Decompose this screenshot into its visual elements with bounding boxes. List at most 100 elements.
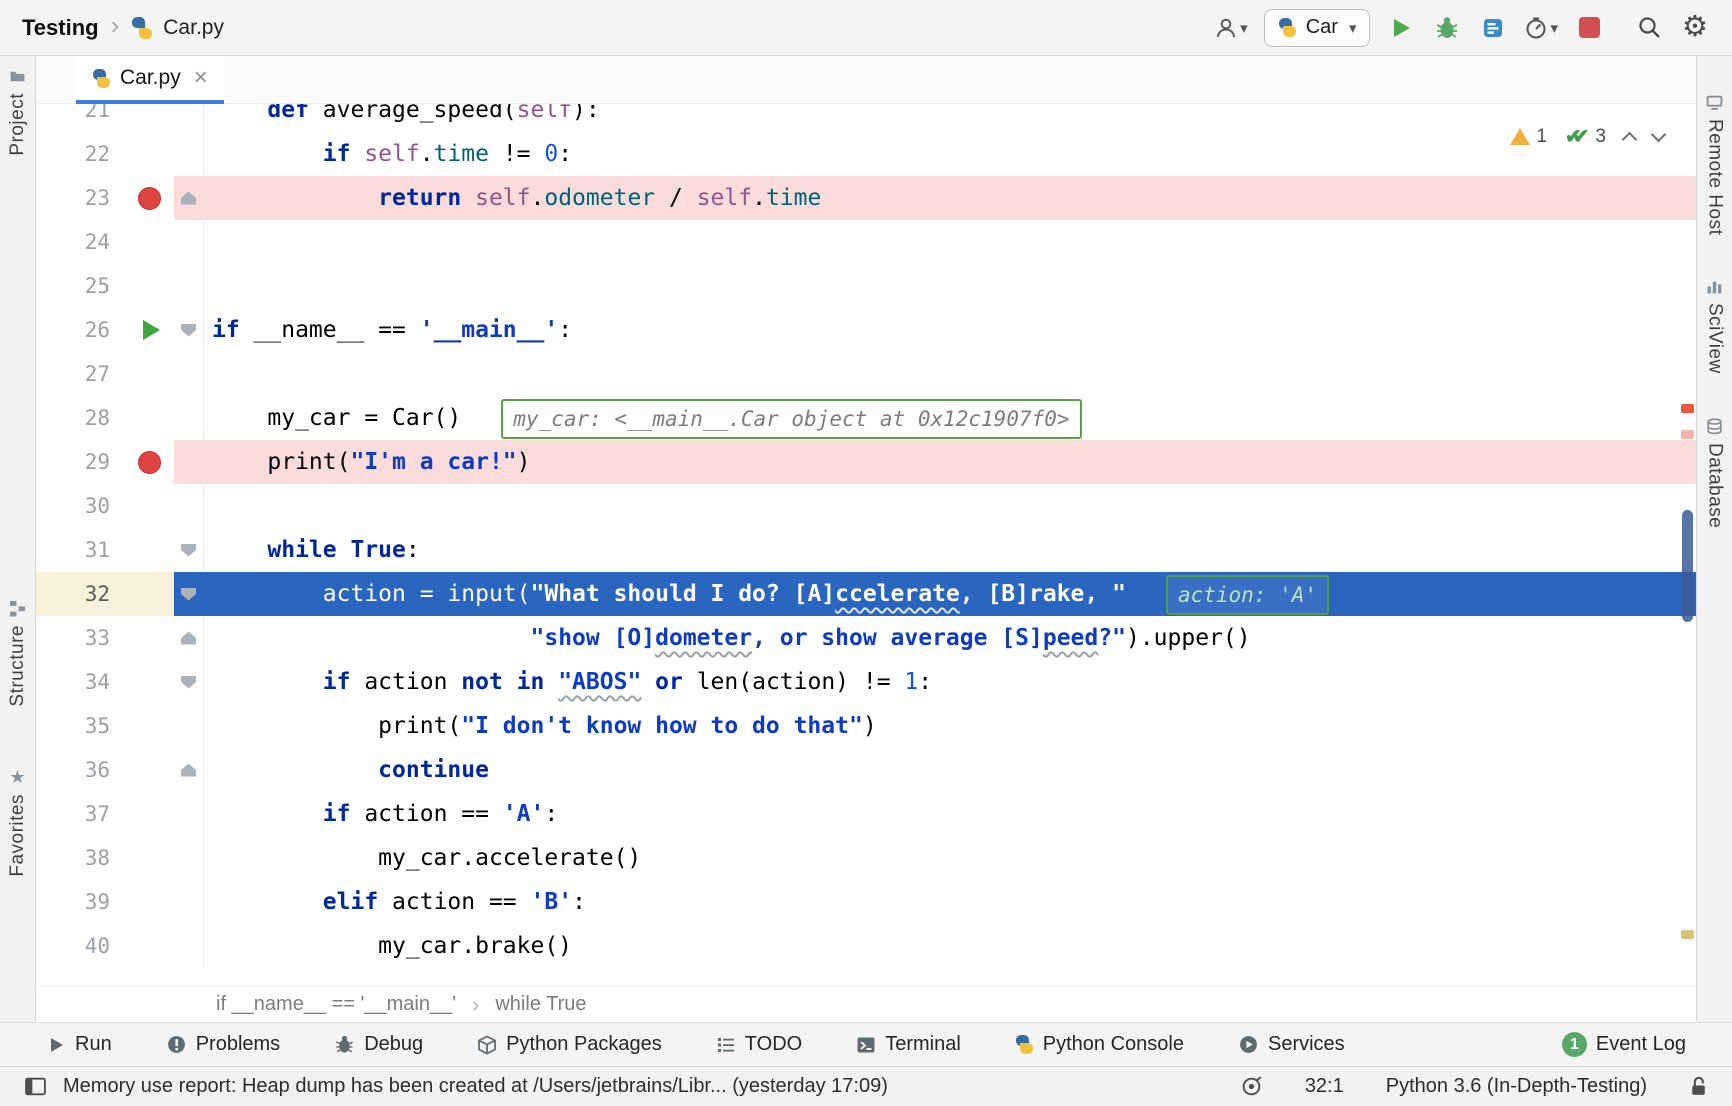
fold-marker-icon[interactable] <box>181 632 196 645</box>
code-line-35[interactable]: 35 print("I don't know how to do that") <box>36 704 1696 748</box>
code-text[interactable]: if __name__ == '__main__': <box>204 308 1696 352</box>
line-number[interactable]: 24 <box>36 220 124 264</box>
line-number[interactable]: 22 <box>36 132 124 176</box>
line-number[interactable]: 31 <box>36 528 124 572</box>
fold-marker-icon[interactable] <box>181 676 196 689</box>
code-text[interactable]: my_car.brake() <box>204 924 1696 968</box>
stop-button[interactable] <box>1574 10 1604 46</box>
code-text[interactable]: def average_speed(self): <box>204 104 1696 132</box>
toolstripe-favorites[interactable]: ★ Favorites <box>0 768 35 877</box>
line-number[interactable]: 35 <box>36 704 124 748</box>
code-text[interactable] <box>204 264 1696 308</box>
breadcrumb-item[interactable]: if __name__ == '__main__' <box>216 993 456 1016</box>
editor-scrollbar-thumb[interactable] <box>1682 510 1693 622</box>
code-text[interactable]: continue <box>204 748 1696 792</box>
caret-position[interactable]: 32:1 <box>1305 1075 1344 1098</box>
users-dropdown-button[interactable]: ▾ <box>1214 10 1248 46</box>
line-number[interactable]: 25 <box>36 264 124 308</box>
toolstripe-project[interactable]: Project <box>0 68 35 156</box>
file-breadcrumb[interactable]: Car.py <box>163 16 224 40</box>
project-breadcrumb[interactable]: Testing <box>22 15 99 41</box>
toolwindow-problems[interactable]: Problems <box>166 1033 280 1056</box>
code-line-23[interactable]: 23 return self.odometer / self.time <box>36 176 1696 220</box>
next-problem-icon[interactable] <box>1651 127 1667 143</box>
code-text[interactable]: if action not in "ABOS" or len(action) !… <box>204 660 1696 704</box>
fold-marker-icon[interactable] <box>181 544 196 557</box>
breakpoint-icon[interactable] <box>138 187 161 210</box>
toolwindow-terminal[interactable]: Terminal <box>856 1033 961 1056</box>
toolstripe-database[interactable]: Database <box>1697 418 1732 528</box>
code-text[interactable]: if self.time != 0: <box>204 132 1696 176</box>
code-text[interactable]: elif action == 'B': <box>204 880 1696 924</box>
code-text[interactable]: if action == 'A': <box>204 792 1696 836</box>
line-number[interactable]: 33 <box>36 616 124 660</box>
toolstripe-structure[interactable]: Structure <box>0 600 35 707</box>
code-text[interactable] <box>204 484 1696 528</box>
toolwindow-debug[interactable]: Debug <box>334 1033 423 1056</box>
line-number[interactable]: 37 <box>36 792 124 836</box>
breadcrumb-item[interactable]: while True <box>495 993 586 1016</box>
editor-scrollbar[interactable] <box>1678 104 1696 986</box>
toolwindow-python-packages[interactable]: Python Packages <box>477 1033 662 1056</box>
passed-indicator[interactable]: ✔✔ 3 <box>1565 124 1606 149</box>
line-number[interactable]: 29 <box>36 440 124 484</box>
code-line-24[interactable]: 24 <box>36 220 1696 264</box>
run-with-coverage-button[interactable] <box>1478 10 1508 46</box>
code-line-37[interactable]: 37 if action == 'A': <box>36 792 1696 836</box>
code-line-33[interactable]: 33 "show [O]dometer, or show average [S]… <box>36 616 1696 660</box>
toolwindow-python-console[interactable]: Python Console <box>1015 1033 1184 1056</box>
code-text[interactable]: "show [O]dometer, or show average [S]pee… <box>204 616 1696 660</box>
code-text[interactable]: my_car.accelerate() <box>204 836 1696 880</box>
previous-problem-icon[interactable] <box>1622 132 1638 148</box>
code-line-32[interactable]: 32 action = input("What should I do? [A]… <box>36 572 1696 616</box>
line-number[interactable]: 40 <box>36 924 124 968</box>
line-number[interactable]: 39 <box>36 880 124 924</box>
fold-marker-icon[interactable] <box>181 324 196 337</box>
line-number[interactable]: 28 <box>36 396 124 440</box>
python-interpreter[interactable]: Python 3.6 (In-Depth-Testing) <box>1386 1075 1647 1098</box>
tab-close-icon[interactable]: × <box>194 66 208 90</box>
code-line-26[interactable]: 26if __name__ == '__main__': <box>36 308 1696 352</box>
code-line-31[interactable]: 31 while True: <box>36 528 1696 572</box>
line-number[interactable]: 21 <box>36 104 124 132</box>
line-number[interactable]: 32 <box>36 572 124 616</box>
line-number[interactable]: 23 <box>36 176 124 220</box>
code-line-30[interactable]: 30 <box>36 484 1696 528</box>
code-line-40[interactable]: 40 my_car.brake() <box>36 924 1696 968</box>
error-stripe-mark[interactable] <box>1681 404 1694 413</box>
toolwindow-services[interactable]: Services <box>1238 1033 1345 1056</box>
code-line-29[interactable]: 29 print("I'm a car!") <box>36 440 1696 484</box>
search-everywhere-button[interactable] <box>1634 10 1664 46</box>
tab-car-py[interactable]: Car.py × <box>76 56 224 104</box>
breakpoint-icon[interactable] <box>138 451 161 474</box>
code-text[interactable]: print("I don't know how to do that") <box>204 704 1696 748</box>
code-line-36[interactable]: 36 continue <box>36 748 1696 792</box>
warnings-indicator[interactable]: 1 <box>1510 126 1547 148</box>
warning-stripe-mark[interactable] <box>1681 930 1694 939</box>
fold-marker-icon[interactable] <box>181 192 196 205</box>
toolwindow-toggle-icon[interactable] <box>24 1075 47 1098</box>
toolstripe-sciview[interactable]: SciView <box>1697 278 1732 374</box>
line-number[interactable]: 38 <box>36 836 124 880</box>
fold-marker-icon[interactable] <box>181 764 196 777</box>
unlock-icon[interactable] <box>1689 1075 1708 1098</box>
toolwindow-todo[interactable]: TODO <box>716 1033 802 1056</box>
status-misc-icon[interactable] <box>1240 1075 1263 1098</box>
code-line-34[interactable]: 34 if action not in "ABOS" or len(action… <box>36 660 1696 704</box>
toolwindow-event-log[interactable]: 1 Event Log <box>1562 1032 1686 1057</box>
settings-button[interactable]: ⚙ <box>1680 10 1710 46</box>
debug-button[interactable] <box>1432 10 1462 46</box>
code-line-25[interactable]: 25 <box>36 264 1696 308</box>
line-number[interactable]: 36 <box>36 748 124 792</box>
code-text[interactable]: action = input("What should I do? [A]cce… <box>204 572 1696 616</box>
code-text[interactable] <box>204 220 1696 264</box>
code-line-39[interactable]: 39 elif action == 'B': <box>36 880 1696 924</box>
toolstripe-remote-host[interactable]: Remote Host <box>1697 94 1732 235</box>
profiler-dropdown-button[interactable]: ▾ <box>1524 10 1558 46</box>
code-editor[interactable]: 21 def average_speed(self):22 if self.ti… <box>36 104 1696 986</box>
code-line-28[interactable]: 28 my_car = Car()my_car: <__main__.Car o… <box>36 396 1696 440</box>
code-text[interactable]: while True: <box>204 528 1696 572</box>
code-line-21[interactable]: 21 def average_speed(self): <box>36 104 1696 132</box>
status-message[interactable]: Memory use report: Heap dump has been cr… <box>63 1075 888 1098</box>
run-configuration-select[interactable]: Car ▾ <box>1264 9 1371 47</box>
